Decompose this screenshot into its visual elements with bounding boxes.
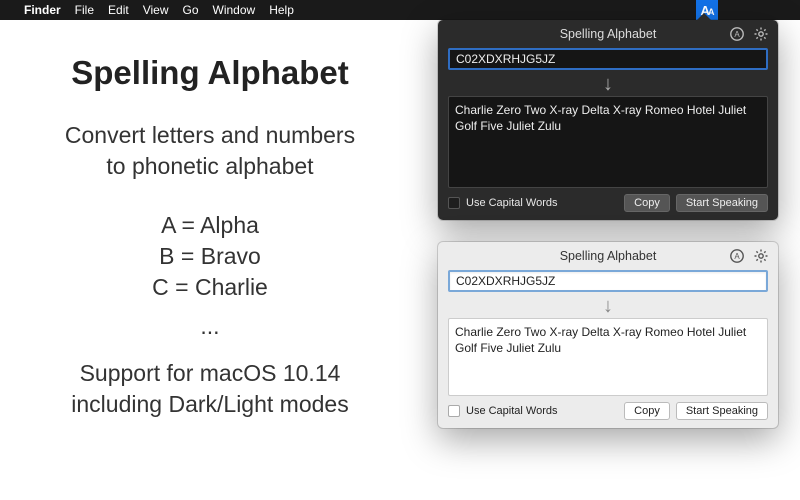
promo-example-b: B = Bravo	[22, 241, 398, 272]
promo-title: Spelling Alphabet	[22, 54, 398, 92]
use-capital-words-label: Use Capital Words	[466, 405, 618, 417]
settings-button[interactable]	[752, 247, 770, 265]
app-popover-light: Spelling Alphabet A ↓ Charlie Zero Two X…	[438, 242, 778, 428]
macos-menubar: Finder File Edit View Go Window Help AA	[0, 0, 800, 20]
promo-subtitle-line2: to phonetic alphabet	[22, 151, 398, 182]
alphabet-mode-button[interactable]: A	[728, 247, 746, 265]
promo-footer-line2: including Dark/Light modes	[22, 389, 398, 420]
gear-icon	[753, 248, 769, 264]
source-text-input[interactable]	[448, 270, 768, 292]
promo-example-c: C = Charlie	[22, 272, 398, 303]
phonetic-output: Charlie Zero Two X-ray Delta X-ray Romeo…	[448, 318, 768, 396]
menubar-item-help[interactable]: Help	[269, 3, 294, 17]
settings-button[interactable]	[752, 25, 770, 43]
use-capital-words-checkbox[interactable]	[448, 405, 460, 417]
alphabet-mode-button[interactable]: A	[728, 25, 746, 43]
app-popover-dark: Spelling Alphabet A ↓ Charlie Zero Two X…	[438, 20, 778, 220]
promo-panel: Spelling Alphabet Convert letters and nu…	[0, 20, 420, 500]
down-arrow-icon: ↓	[448, 74, 768, 94]
gear-icon	[753, 26, 769, 42]
menubar-item-file[interactable]: File	[75, 3, 94, 17]
menubar-item-view[interactable]: View	[143, 3, 169, 17]
use-capital-words-checkbox[interactable]	[448, 197, 460, 209]
use-capital-words-label: Use Capital Words	[466, 197, 618, 209]
copy-button[interactable]: Copy	[624, 402, 670, 420]
start-speaking-button[interactable]: Start Speaking	[676, 402, 768, 420]
start-speaking-button[interactable]: Start Speaking	[676, 194, 768, 212]
popover-title: Spelling Alphabet	[560, 27, 657, 41]
menubar-item-window[interactable]: Window	[213, 3, 256, 17]
promo-footer-line1: Support for macOS 10.14	[22, 358, 398, 389]
promo-subtitle-line1: Convert letters and numbers	[22, 120, 398, 151]
svg-text:A: A	[734, 30, 740, 39]
phonetic-output: Charlie Zero Two X-ray Delta X-ray Romeo…	[448, 96, 768, 188]
popover-title: Spelling Alphabet	[560, 249, 657, 263]
source-text-input[interactable]	[448, 48, 768, 70]
svg-text:A: A	[734, 252, 740, 261]
down-arrow-icon: ↓	[448, 296, 768, 316]
menubar-app-name[interactable]: Finder	[24, 3, 61, 17]
menubar-item-edit[interactable]: Edit	[108, 3, 129, 17]
promo-example-a: A = Alpha	[22, 210, 398, 241]
menubar-item-go[interactable]: Go	[183, 3, 199, 17]
copy-button[interactable]: Copy	[624, 194, 670, 212]
promo-ellipsis: ...	[22, 313, 398, 340]
